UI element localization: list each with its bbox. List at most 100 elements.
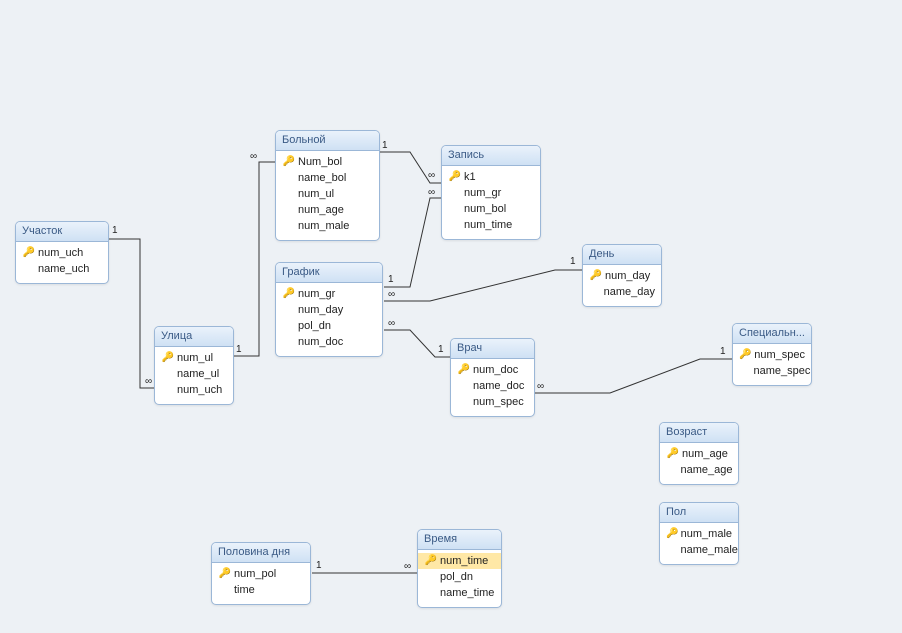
field-row[interactable]: 🔑num_pol <box>212 566 310 582</box>
field-row[interactable]: 🔑num_male <box>276 218 379 234</box>
table-body: 🔑num_gr 🔑num_day 🔑pol_dn 🔑num_doc <box>276 283 382 356</box>
card-label: ∞ <box>537 381 544 392</box>
field-row[interactable]: 🔑num_day <box>583 268 661 284</box>
table-header: День <box>583 245 661 265</box>
field-row[interactable]: 🔑num_gr <box>442 185 540 201</box>
field-name: k1 <box>464 170 476 184</box>
table-grafik[interactable]: График 🔑num_gr 🔑num_day 🔑pol_dn 🔑num_doc <box>275 262 383 357</box>
card-label: 1 <box>382 140 388 151</box>
field-row[interactable]: 🔑num_male <box>660 526 738 542</box>
field-row[interactable]: 🔑name_uch <box>16 261 108 277</box>
field-row[interactable]: 🔑num_uch <box>16 245 108 261</box>
field-name: num_doc <box>298 335 343 349</box>
table-polovina[interactable]: Половина дня 🔑num_pol 🔑time <box>211 542 311 605</box>
card-label: ∞ <box>250 151 257 162</box>
field-name: name_day <box>604 285 655 299</box>
table-bolnoy[interactable]: Больной 🔑Num_bol 🔑name_bol 🔑num_ul 🔑num_… <box>275 130 380 241</box>
table-pol[interactable]: Пол 🔑num_male 🔑name_male <box>659 502 739 565</box>
field-row[interactable]: 🔑num_spec <box>451 394 534 410</box>
field-row[interactable]: 🔑num_ul <box>155 350 233 366</box>
field-name: num_bol <box>464 202 506 216</box>
field-name: name_male <box>680 543 737 557</box>
field-row[interactable]: 🔑name_ul <box>155 366 233 382</box>
field-row[interactable]: 🔑name_day <box>583 284 661 300</box>
table-body: 🔑num_day 🔑name_day <box>583 265 661 306</box>
field-row[interactable]: 🔑name_age <box>660 462 738 478</box>
table-ulica[interactable]: Улица 🔑num_ul 🔑name_ul 🔑num_uch <box>154 326 234 405</box>
table-header: Время <box>418 530 501 550</box>
field-row[interactable]: 🔑pol_dn <box>418 569 501 585</box>
field-name: num_age <box>298 203 344 217</box>
field-row[interactable]: 🔑num_doc <box>276 334 382 350</box>
field-row[interactable]: 🔑num_age <box>276 202 379 218</box>
table-body: 🔑num_time 🔑pol_dn 🔑name_time <box>418 550 501 607</box>
field-name: num_age <box>682 447 728 461</box>
field-name: Num_bol <box>298 155 342 169</box>
field-row[interactable]: 🔑name_spec <box>733 363 811 379</box>
table-den[interactable]: День 🔑num_day 🔑name_day <box>582 244 662 307</box>
table-special[interactable]: Специальн... 🔑num_spec 🔑name_spec <box>732 323 812 386</box>
card-label: ∞ <box>388 318 395 329</box>
field-name: num_ul <box>177 351 213 365</box>
field-row[interactable]: 🔑time <box>212 582 310 598</box>
table-uchastok[interactable]: Участок 🔑num_uch 🔑name_uch <box>15 221 109 284</box>
field-row[interactable]: 🔑num_age <box>660 446 738 462</box>
field-name: num_time <box>464 218 512 232</box>
table-header: Возраст <box>660 423 738 443</box>
field-row[interactable]: 🔑num_ul <box>276 186 379 202</box>
field-name: num_pol <box>234 567 276 581</box>
field-name: num_gr <box>464 186 501 200</box>
table-vrach[interactable]: Врач 🔑num_doc 🔑name_doc 🔑num_spec <box>450 338 535 417</box>
field-name: num_male <box>298 219 349 233</box>
field-name: pol_dn <box>440 570 473 584</box>
primary-key-icon: 🔑 <box>218 567 232 581</box>
field-row[interactable]: 🔑pol_dn <box>276 318 382 334</box>
table-header: График <box>276 263 382 283</box>
field-row[interactable]: 🔑name_doc <box>451 378 534 394</box>
diagram-canvas: 1 ∞ 1 ∞ 1 ∞ 1 ∞ ∞ 1 ∞ 1 ∞ 1 1 ∞ Участок … <box>0 0 902 633</box>
primary-key-icon: 🔑 <box>448 170 462 184</box>
table-body: 🔑num_uch 🔑name_uch <box>16 242 108 283</box>
field-row[interactable]: 🔑num_time <box>442 217 540 233</box>
field-name: name_age <box>680 463 732 477</box>
field-name: name_bol <box>298 171 346 185</box>
field-name: name_time <box>440 586 494 600</box>
field-row[interactable]: 🔑num_day <box>276 302 382 318</box>
field-row[interactable]: 🔑num_uch <box>155 382 233 398</box>
card-label: ∞ <box>428 187 435 198</box>
card-label: 1 <box>388 274 394 285</box>
field-row[interactable]: 🔑name_bol <box>276 170 379 186</box>
table-header: Участок <box>16 222 108 242</box>
table-body: 🔑num_ul 🔑name_ul 🔑num_uch <box>155 347 233 404</box>
field-row[interactable]: 🔑num_spec <box>733 347 811 363</box>
table-body: 🔑num_spec 🔑name_spec <box>733 344 811 385</box>
table-header: Специальн... <box>733 324 811 344</box>
field-row[interactable]: 🔑num_doc <box>451 362 534 378</box>
field-name: num_ul <box>298 187 334 201</box>
field-name: num_uch <box>38 246 83 260</box>
table-zapis[interactable]: Запись 🔑k1 🔑num_gr 🔑num_bol 🔑num_time <box>441 145 541 240</box>
table-body: 🔑num_male 🔑name_male <box>660 523 738 564</box>
primary-key-icon: 🔑 <box>589 269 603 283</box>
field-row[interactable]: 🔑k1 <box>442 169 540 185</box>
card-label: 1 <box>236 344 242 355</box>
field-row[interactable]: 🔑num_time <box>418 553 501 569</box>
card-label: ∞ <box>404 561 411 572</box>
field-name: num_doc <box>473 363 518 377</box>
field-row[interactable]: 🔑num_bol <box>442 201 540 217</box>
table-vozrast[interactable]: Возраст 🔑num_age 🔑name_age <box>659 422 739 485</box>
table-header: Половина дня <box>212 543 310 563</box>
field-row[interactable]: 🔑name_time <box>418 585 501 601</box>
field-row[interactable]: 🔑Num_bol <box>276 154 379 170</box>
field-name: num_gr <box>298 287 335 301</box>
primary-key-icon: 🔑 <box>22 246 36 260</box>
table-vremya[interactable]: Время 🔑num_time 🔑pol_dn 🔑name_time <box>417 529 502 608</box>
field-row[interactable]: 🔑num_gr <box>276 286 382 302</box>
field-name: name_ul <box>177 367 219 381</box>
field-row[interactable]: 🔑name_male <box>660 542 738 558</box>
field-name: name_doc <box>473 379 524 393</box>
primary-key-icon: 🔑 <box>424 554 438 568</box>
field-name: num_male <box>681 527 732 541</box>
table-body: 🔑num_age 🔑name_age <box>660 443 738 484</box>
field-name: name_uch <box>38 262 89 276</box>
